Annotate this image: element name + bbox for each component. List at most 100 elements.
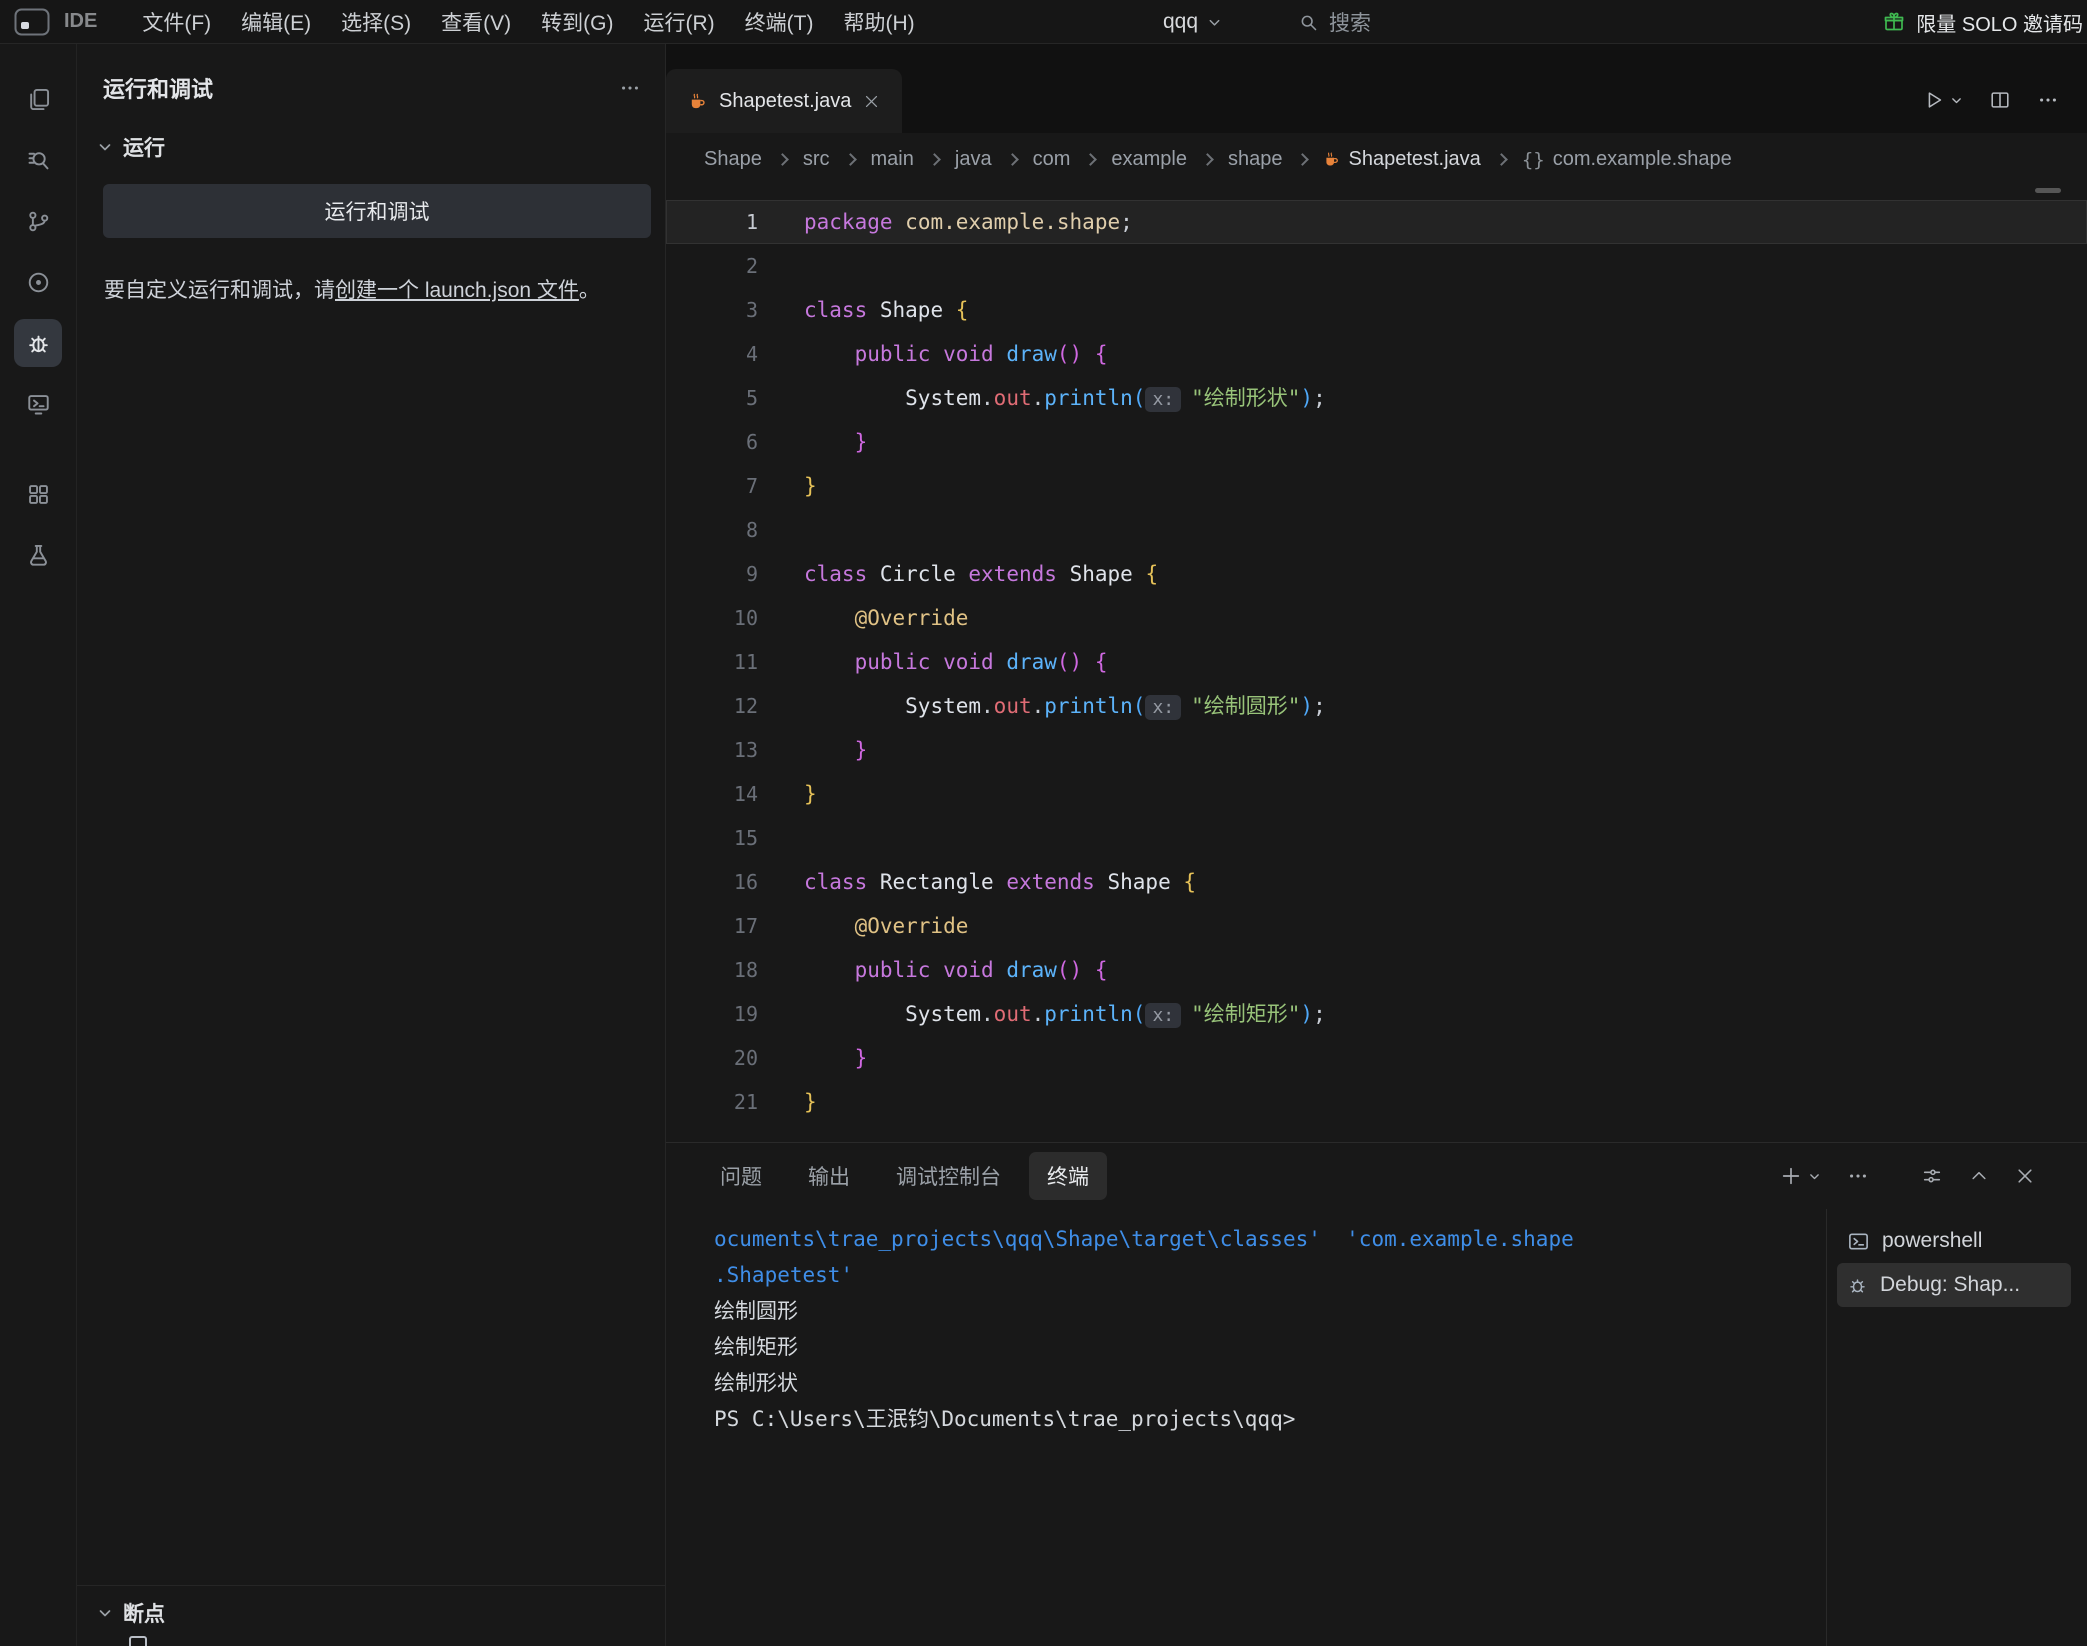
code-line-text: class Shape { (758, 288, 968, 332)
panel-tab-problems[interactable]: 问题 (702, 1152, 780, 1200)
line-number[interactable]: 19 (666, 992, 758, 1036)
tab-shapetest-java[interactable]: Shapetest.java (666, 69, 902, 133)
line-number[interactable]: 17 (666, 904, 758, 948)
menu-run[interactable]: 运行(R) (629, 7, 730, 37)
line-number[interactable]: 5 (666, 376, 758, 420)
code-line[interactable]: 9class Circle extends Shape { (666, 552, 2087, 596)
breadcrumb-item[interactable]: src (803, 148, 830, 171)
code-line[interactable]: 18 public void draw() { (666, 948, 2087, 992)
run-and-debug-button[interactable]: 运行和调试 (103, 184, 651, 238)
tab-close-icon[interactable] (863, 93, 880, 110)
new-terminal-button[interactable] (1780, 1165, 1821, 1187)
source-control-icon[interactable] (14, 197, 62, 245)
sidebar-more-actions-icon[interactable] (619, 77, 641, 99)
menu-view[interactable]: 查看(V) (426, 7, 526, 37)
debug-icon[interactable] (14, 319, 62, 367)
terminal-list-item-powershell[interactable]: powershell (1837, 1219, 2071, 1263)
breadcrumb-item[interactable]: main (871, 148, 914, 171)
code-line[interactable]: 14} (666, 772, 2087, 816)
maximize-panel-icon[interactable] (1969, 1166, 1989, 1186)
line-number[interactable]: 4 (666, 332, 758, 376)
line-number[interactable]: 3 (666, 288, 758, 332)
line-number[interactable]: 11 (666, 640, 758, 684)
editor-more-actions-icon[interactable] (2037, 89, 2059, 111)
terminal-tune-icon[interactable] (1921, 1165, 1943, 1187)
code-line[interactable]: 12 System.out.println(x:"绘制圆形"); (666, 684, 2087, 728)
code-line[interactable]: 19 System.out.println(x:"绘制矩形"); (666, 992, 2087, 1036)
line-number[interactable]: 2 (666, 244, 758, 288)
code-line[interactable]: 13 } (666, 728, 2087, 772)
promo-label: 限量 SOLO 邀请码 (1916, 8, 2083, 37)
code-line[interactable]: 4 public void draw() { (666, 332, 2087, 376)
code-line[interactable]: 2 (666, 244, 2087, 288)
panel-tab-output[interactable]: 输出 (790, 1152, 868, 1200)
line-number[interactable]: 18 (666, 948, 758, 992)
menu-help[interactable]: 帮助(H) (828, 7, 929, 37)
code-line-text: } (758, 1036, 867, 1080)
line-number[interactable]: 7 (666, 464, 758, 508)
code-line[interactable]: 11 public void draw() { (666, 640, 2087, 684)
code-line[interactable]: 16class Rectangle extends Shape { (666, 860, 2087, 904)
breadcrumb-item[interactable]: shape (1228, 148, 1283, 171)
line-number[interactable]: 10 (666, 596, 758, 640)
breadcrumb-item[interactable]: Shape (704, 148, 762, 171)
code-line[interactable]: 20 } (666, 1036, 2087, 1080)
breakpoints-section-header[interactable]: 断点 (77, 1585, 665, 1636)
breadcrumb-item-file[interactable]: Shapetest.java (1323, 148, 1480, 171)
code-line[interactable]: 1package com.example.shape; (666, 200, 2087, 244)
panel-more-actions-icon[interactable] (1847, 1165, 1869, 1187)
search-box[interactable]: 搜索 (1298, 0, 1371, 44)
terminal-list-item-debug[interactable]: Debug: Shap... (1837, 1263, 2071, 1307)
run-file-button[interactable] (1923, 89, 1963, 111)
breadcrumb: Shape src main java com example shape Sh… (666, 133, 2087, 186)
search-files-icon[interactable] (14, 136, 62, 184)
run-circle-icon[interactable] (14, 258, 62, 306)
breadcrumb-item-symbol[interactable]: {} com.example.shape (1522, 148, 1732, 171)
code-line[interactable]: 3class Shape { (666, 288, 2087, 332)
line-number[interactable]: 21 (666, 1080, 758, 1124)
workspace-name: qqq (1163, 10, 1198, 34)
line-number[interactable]: 13 (666, 728, 758, 772)
split-editor-icon[interactable] (1989, 89, 2011, 111)
panel-tab-terminal[interactable]: 终端 (1029, 1152, 1107, 1200)
code-line[interactable]: 6 } (666, 420, 2087, 464)
line-number[interactable]: 12 (666, 684, 758, 728)
code-editor[interactable]: 1package com.example.shape;23class Shape… (666, 186, 2087, 1142)
menu-file[interactable]: 文件(F) (127, 7, 226, 37)
test-flask-icon[interactable] (14, 531, 62, 579)
menu-selection[interactable]: 选择(S) (326, 7, 426, 37)
apps-grid-icon[interactable] (14, 470, 62, 518)
code-line[interactable]: 15 (666, 816, 2087, 860)
workspace-switcher[interactable]: qqq (1163, 0, 1222, 44)
app-logo-icon[interactable] (14, 8, 50, 36)
menu-terminal[interactable]: 终端(T) (730, 7, 829, 37)
line-number[interactable]: 8 (666, 508, 758, 552)
line-number[interactable]: 9 (666, 552, 758, 596)
breadcrumb-item[interactable]: java (955, 148, 992, 171)
monitor-icon[interactable] (14, 380, 62, 428)
explorer-icon[interactable] (14, 75, 62, 123)
code-line[interactable]: 21} (666, 1080, 2087, 1124)
panel-tab-debug-console[interactable]: 调试控制台 (878, 1152, 1019, 1200)
line-number[interactable]: 16 (666, 860, 758, 904)
breadcrumb-item[interactable]: example (1111, 148, 1187, 171)
terminal-output[interactable]: ocuments\trae_projects\qqq\Shape\target\… (666, 1209, 1826, 1646)
code-line[interactable]: 5 System.out.println(x:"绘制形状"); (666, 376, 2087, 420)
create-launch-json-link[interactable]: 创建一个 launch.json 文件 (335, 279, 579, 302)
code-line[interactable]: 7} (666, 464, 2087, 508)
line-number[interactable]: 6 (666, 420, 758, 464)
code-line[interactable]: 8 (666, 508, 2087, 552)
line-number[interactable]: 14 (666, 772, 758, 816)
code-line[interactable]: 10 @Override (666, 596, 2087, 640)
run-section-header[interactable]: 运行 (97, 132, 665, 162)
breadcrumb-item[interactable]: com (1033, 148, 1071, 171)
promo-banner[interactable]: 限量 SOLO 邀请码 (1882, 0, 2083, 44)
menu-goto[interactable]: 转到(G) (526, 7, 628, 37)
breakpoint-checkbox[interactable] (129, 1636, 147, 1646)
line-number[interactable]: 1 (666, 200, 758, 244)
menu-edit[interactable]: 编辑(E) (226, 7, 326, 37)
close-panel-icon[interactable] (2015, 1166, 2035, 1186)
line-number[interactable]: 20 (666, 1036, 758, 1080)
line-number[interactable]: 15 (666, 816, 758, 860)
code-line[interactable]: 17 @Override (666, 904, 2087, 948)
